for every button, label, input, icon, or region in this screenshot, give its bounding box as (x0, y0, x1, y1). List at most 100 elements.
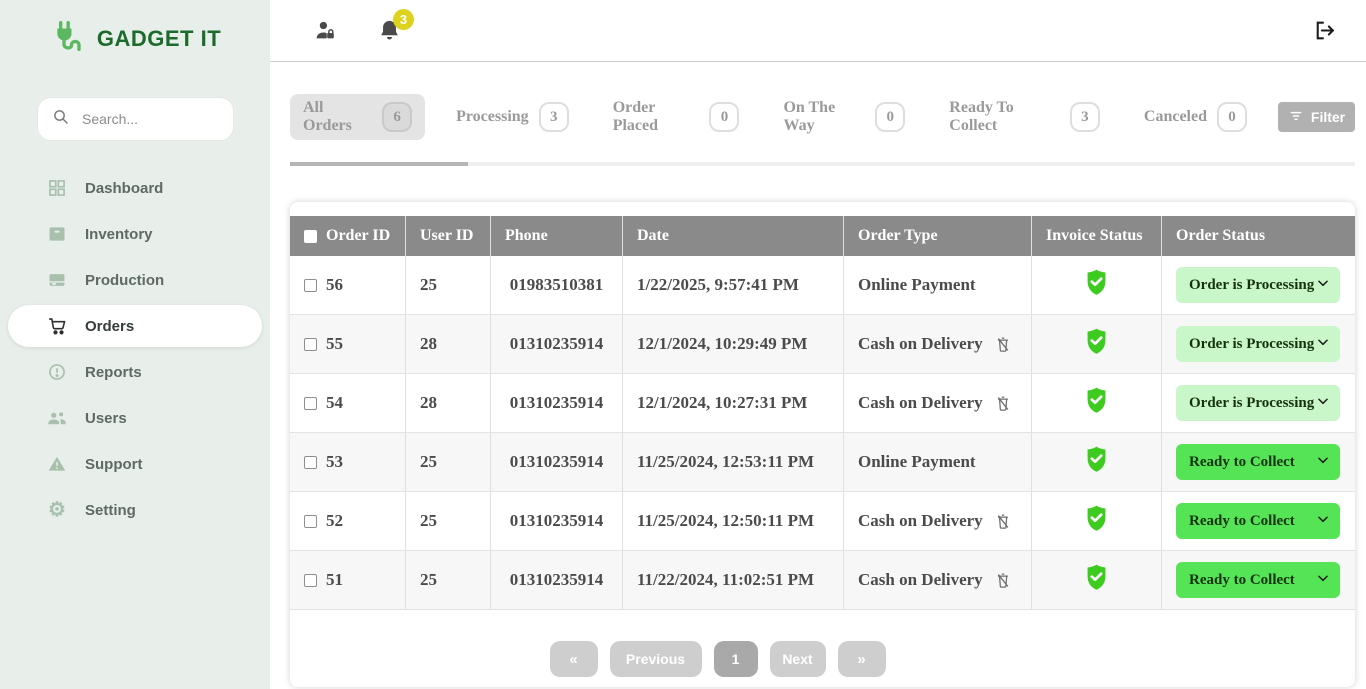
sidebar-item-inventory[interactable]: Inventory (8, 213, 262, 255)
current-page-button[interactable]: 1 (714, 641, 758, 677)
chevron-down-icon (1316, 394, 1330, 413)
invoice-verified-shield-icon (1083, 563, 1110, 597)
search-input[interactable] (82, 111, 212, 127)
table-row: 52 25 01310235914 11/25/2024, 12:50:11 P… (290, 492, 1355, 551)
order-status-select[interactable]: Ready to Collect (1176, 562, 1340, 598)
users-group-icon (46, 407, 68, 429)
tab-label: Order Placed (613, 99, 700, 135)
select-all-checkbox[interactable] (304, 230, 317, 243)
plug-icon (49, 16, 89, 61)
order-status-value: Order is Processing (1189, 336, 1314, 353)
sidebar-item-support[interactable]: Support (8, 443, 262, 485)
date-value: 1/22/2025, 9:57:41 PM (637, 275, 799, 295)
sidebar-item-label: Orders (85, 318, 134, 335)
no-invoice-icon (994, 335, 1013, 354)
logout-icon[interactable] (1312, 18, 1338, 44)
date-value: 11/25/2024, 12:53:11 PM (637, 452, 814, 472)
row-checkbox[interactable] (304, 574, 317, 587)
column-header: Order Type (858, 227, 938, 245)
pagination: « Previous 1 Next » (290, 641, 1355, 677)
order-id-value: 51 (326, 570, 343, 590)
active-tab-indicator (290, 162, 468, 166)
order-id-value: 54 (326, 393, 343, 413)
chevron-down-icon (1316, 453, 1330, 472)
tab-label: Ready To Collect (949, 99, 1060, 135)
invoice-verified-shield-icon (1083, 327, 1110, 361)
cart-icon (46, 315, 68, 337)
sidebar-item-users[interactable]: Users (8, 397, 262, 439)
order-tabs: All Orders 6 Processing 3 Order Placed 0… (290, 94, 1355, 140)
row-checkbox[interactable] (304, 515, 317, 528)
tab-ready-to-collect[interactable]: Ready To Collect 3 (936, 94, 1113, 140)
sidebar-item-reports[interactable]: Reports (8, 351, 262, 393)
admin-user-icon[interactable] (312, 18, 338, 44)
warning-triangle-icon (46, 453, 68, 475)
notification-bell-icon[interactable]: 3 (376, 18, 402, 44)
chevron-down-icon (1316, 512, 1330, 531)
order-status-select[interactable]: Order is Processing (1176, 385, 1340, 421)
tab-count-badge: 0 (709, 102, 739, 132)
tab-label: Processing (456, 108, 529, 126)
search-icon (52, 108, 70, 131)
chevron-down-icon (1316, 276, 1330, 295)
sidebar-item-label: Inventory (85, 226, 153, 243)
dashboard-grid-icon (46, 177, 68, 199)
sidebar-item-dashboard[interactable]: Dashboard (8, 167, 262, 209)
order-status-value: Order is Processing (1189, 395, 1314, 412)
phone-value: 01310235914 (510, 570, 604, 590)
order-status-select[interactable]: Order is Processing (1176, 326, 1340, 362)
tab-count-badge: 0 (1217, 102, 1247, 132)
filter-label: Filter (1311, 109, 1345, 125)
app-root: GADGET IT Dashboard (0, 0, 1366, 689)
tab-processing[interactable]: Processing 3 (443, 97, 582, 137)
row-checkbox[interactable] (304, 338, 317, 351)
tab-on-the-way[interactable]: On The Way 0 (770, 94, 918, 140)
phone-value: 01310235914 (510, 452, 604, 472)
next-page-button[interactable]: Next (770, 641, 826, 677)
last-page-button[interactable]: » (838, 641, 886, 677)
previous-page-button[interactable]: Previous (610, 641, 702, 677)
table-row: 54 28 01310235914 12/1/2024, 10:27:31 PM… (290, 374, 1355, 433)
tab-count-badge: 0 (875, 102, 905, 132)
sidebar-nav: Dashboard Inventory (0, 167, 270, 531)
tab-label: On The Way (783, 99, 865, 135)
table-row: 55 28 01310235914 12/1/2024, 10:29:49 PM… (290, 315, 1355, 374)
tab-count-badge: 3 (1070, 102, 1100, 132)
orders-table-body: 56 25 01983510381 1/22/2025, 9:57:41 PM … (290, 256, 1355, 610)
topbar: 3 (270, 0, 1366, 62)
sidebar-item-label: Production (85, 272, 164, 289)
sidebar-item-production[interactable]: Production (8, 259, 262, 301)
filter-icon (1288, 108, 1304, 127)
chevron-down-icon (1316, 571, 1330, 590)
main-area: 3 All Orders 6 Processing 3 Order Placed… (270, 0, 1366, 689)
table-header-row: Order ID User ID Phone Date Order Type I… (290, 216, 1355, 256)
tab-all-orders[interactable]: All Orders 6 (290, 94, 425, 140)
tab-canceled[interactable]: Canceled 0 (1131, 97, 1260, 137)
no-invoice-icon (994, 571, 1013, 590)
chevron-down-icon (1316, 335, 1330, 354)
row-checkbox[interactable] (304, 279, 317, 292)
row-checkbox[interactable] (304, 456, 317, 469)
invoice-verified-shield-icon (1083, 504, 1110, 538)
order-status-select[interactable]: Ready to Collect (1176, 503, 1340, 539)
sidebar-item-orders[interactable]: Orders (8, 305, 262, 347)
order-status-select[interactable]: Ready to Collect (1176, 444, 1340, 480)
order-status-select[interactable]: Order is Processing (1176, 267, 1340, 303)
order-status-value: Order is Processing (1189, 277, 1314, 294)
column-header: Invoice Status (1046, 227, 1142, 245)
column-header: Phone (505, 227, 548, 245)
invoice-verified-shield-icon (1083, 268, 1110, 302)
user-id-value: 25 (420, 570, 437, 590)
first-page-button[interactable]: « (550, 641, 598, 677)
no-invoice-icon (994, 512, 1013, 531)
tab-label: Canceled (1144, 108, 1207, 126)
sidebar-item-setting[interactable]: ⚙ Setting (8, 489, 262, 531)
sidebar-search (37, 97, 234, 141)
tab-order-placed[interactable]: Order Placed 0 (600, 94, 753, 140)
filter-button[interactable]: Filter (1278, 102, 1355, 132)
order-type-value: Online Payment (858, 275, 976, 295)
phone-value: 01310235914 (510, 393, 604, 413)
row-checkbox[interactable] (304, 397, 317, 410)
brand-logo: GADGET IT (0, 16, 270, 61)
inventory-box-icon (46, 223, 68, 245)
